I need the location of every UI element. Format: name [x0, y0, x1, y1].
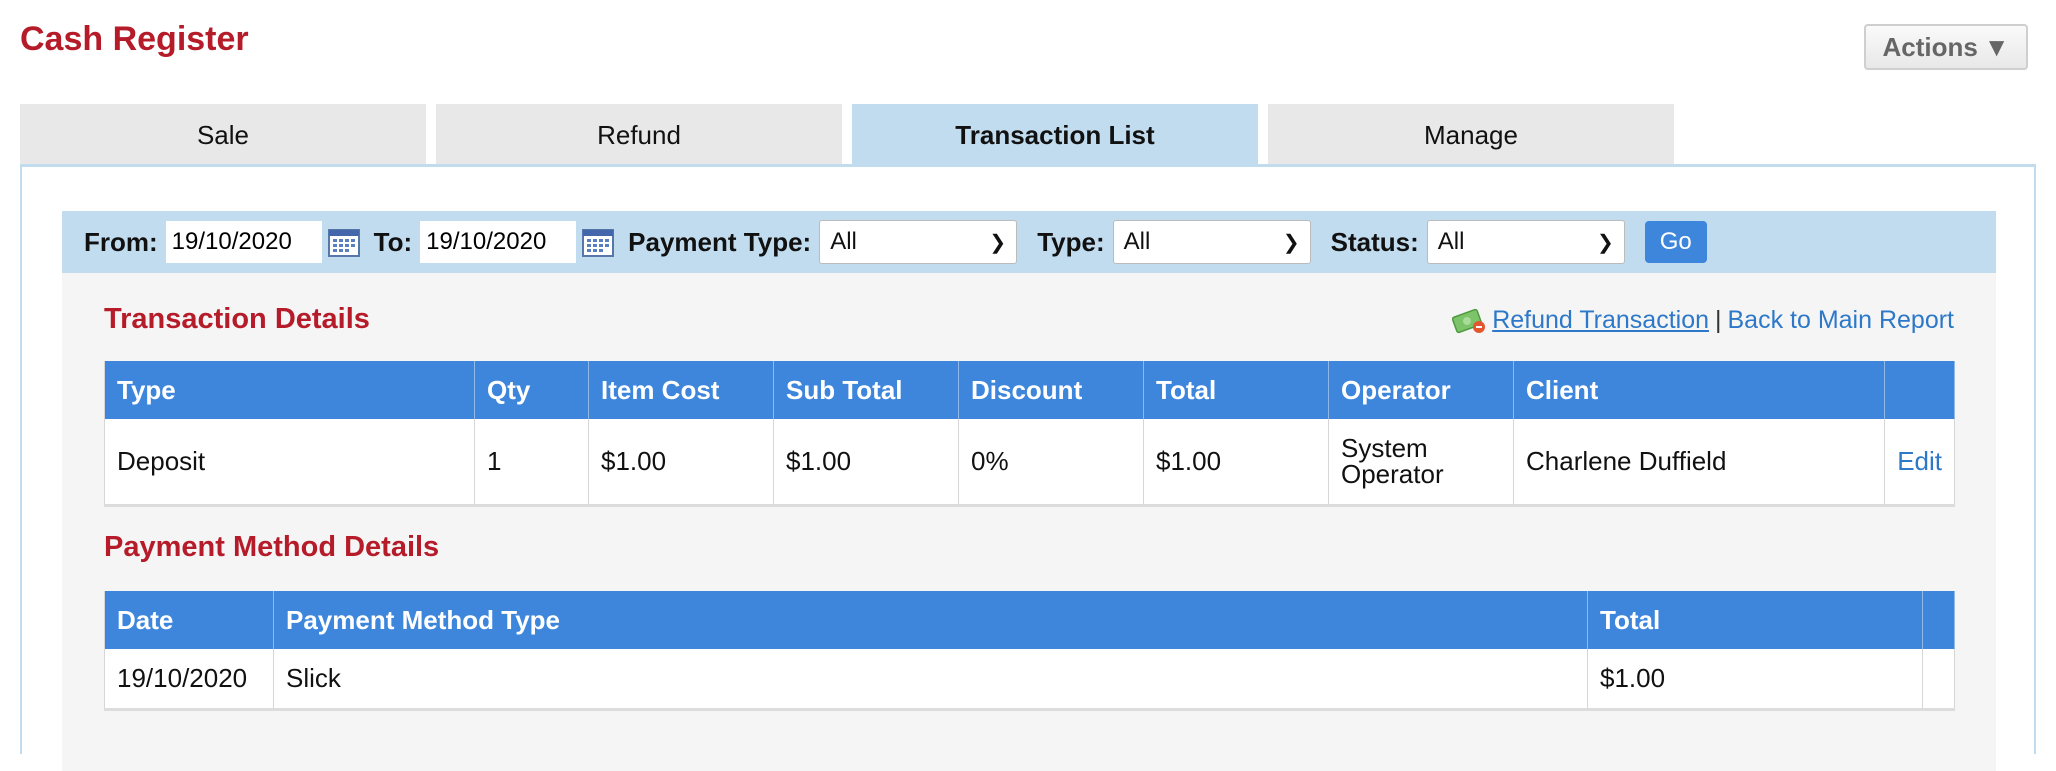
cell-total: $1.00 [1587, 649, 1923, 711]
cell-item-cost: $1.00 [588, 419, 774, 507]
cell-total: $1.00 [1143, 419, 1329, 507]
cell-discount: 0% [958, 419, 1144, 507]
payment-method-table: Date Payment Method Type Total 19/10/202… [104, 591, 1955, 711]
tab-sale[interactable]: Sale [20, 104, 426, 166]
column-header-item-cost[interactable]: Item Cost [588, 361, 774, 419]
transaction-details-title: Transaction Details [104, 303, 370, 335]
content-area: From: To: [62, 211, 1996, 771]
type-value: All [1123, 228, 1151, 255]
column-header-extra [1922, 591, 1955, 649]
from-date-input[interactable] [165, 221, 322, 263]
cell-qty: 1 [474, 419, 589, 507]
column-header-date[interactable]: Date [104, 591, 274, 649]
cell-type: Deposit [104, 419, 475, 507]
chevron-down-icon: ❯ [1282, 231, 1300, 254]
table-header-row: Type Qty Item Cost Sub Total Discount To… [104, 361, 1955, 419]
transaction-details-table: Type Qty Item Cost Sub Total Discount To… [104, 361, 1955, 507]
edit-link[interactable]: Edit [1884, 419, 1955, 507]
tab-manage[interactable]: Manage [1268, 104, 1674, 166]
status-label: Status: [1330, 226, 1419, 257]
tab-panel: From: To: [20, 164, 2036, 771]
column-header-client[interactable]: Client [1513, 361, 1885, 419]
tab-refund[interactable]: Refund [436, 104, 842, 166]
to-label: To: [373, 226, 413, 257]
column-header-operator[interactable]: Operator [1328, 361, 1514, 419]
back-to-main-report-link[interactable]: Back to Main Report [1728, 306, 1955, 335]
calendar-icon[interactable] [582, 227, 615, 257]
payment-method-details-title: Payment Method Details [104, 531, 440, 563]
status-value: All [1437, 228, 1465, 255]
money-refund-icon [1452, 308, 1486, 334]
actions-button[interactable]: Actions ▼ [1864, 24, 2028, 70]
operator-line-2: Operator [1341, 459, 1444, 490]
to-date-input[interactable] [420, 221, 577, 263]
refund-transaction-link[interactable]: Refund Transaction [1492, 306, 1709, 335]
table-header-row: Date Payment Method Type Total [104, 591, 1955, 649]
column-header-qty[interactable]: Qty [474, 361, 589, 419]
cell-sub-total: $1.00 [773, 419, 959, 507]
cell-extra [1922, 649, 1955, 711]
link-separator: | [1715, 305, 1722, 334]
cell-payment-method: Slick [273, 649, 1588, 711]
go-button[interactable]: Go [1644, 221, 1707, 263]
column-header-actions [1884, 361, 1955, 419]
cell-date: 19/10/2020 [104, 649, 274, 711]
actions-label: Actions [1882, 31, 1978, 62]
column-header-discount[interactable]: Discount [958, 361, 1144, 419]
payment-type-label: Payment Type: [628, 226, 812, 257]
caret-down-icon: ▼ [1983, 31, 2010, 62]
payment-type-select[interactable]: All ❯ [819, 220, 1018, 264]
payment-type-value: All [830, 228, 857, 255]
calendar-icon[interactable] [327, 227, 360, 257]
tab-bar: Sale Refund Transaction List Manage [20, 104, 1684, 166]
page-title: Cash Register [20, 20, 249, 58]
tab-transaction-list[interactable]: Transaction List [852, 104, 1258, 166]
column-header-payment-method-type[interactable]: Payment Method Type [273, 591, 1588, 649]
column-header-total[interactable]: Total [1587, 591, 1923, 649]
transaction-links: Refund Transaction | Back to Main Report [1452, 305, 1954, 335]
column-header-total[interactable]: Total [1143, 361, 1329, 419]
type-select[interactable]: All ❯ [1112, 220, 1311, 264]
cell-client: Charlene Duffield [1513, 419, 1885, 507]
status-select[interactable]: All ❯ [1426, 220, 1625, 264]
chevron-down-icon: ❯ [989, 231, 1007, 254]
operator-line-1: System [1341, 433, 1428, 464]
table-row: Deposit 1 $1.00 $1.00 0% $1.00 System Op… [104, 419, 1955, 507]
column-header-sub-total[interactable]: Sub Total [773, 361, 959, 419]
column-header-type[interactable]: Type [104, 361, 475, 419]
from-label: From: [84, 226, 158, 257]
chevron-down-icon: ❯ [1596, 231, 1614, 254]
filter-bar: From: To: [62, 211, 1996, 273]
type-label: Type: [1037, 226, 1105, 257]
cell-operator: System Operator [1328, 419, 1514, 507]
table-row: 19/10/2020 Slick $1.00 [104, 649, 1955, 711]
